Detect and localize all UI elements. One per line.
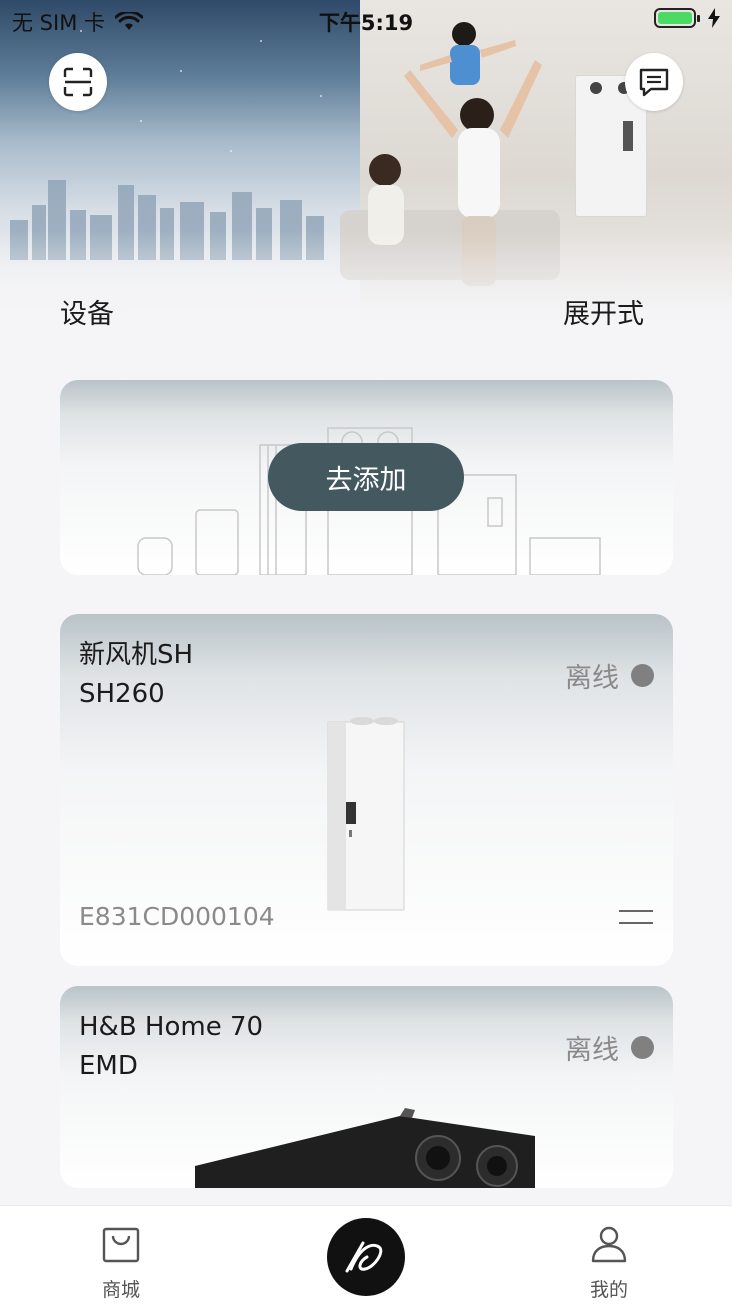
status-time: 下午5:19 <box>318 11 414 35</box>
device-status: 离线 <box>565 656 654 695</box>
brand-logo-icon <box>345 1241 383 1273</box>
user-profile-icon <box>591 1226 627 1263</box>
scan-button[interactable] <box>49 53 107 111</box>
home70-unit-image <box>195 1108 535 1188</box>
tab-mine[interactable]: 我的 <box>554 1224 664 1302</box>
shopping-bag-icon <box>102 1227 140 1263</box>
home-brand-button[interactable] <box>327 1218 405 1296</box>
page-title: 设备 <box>60 299 114 330</box>
device-model: EMD <box>79 1051 138 1081</box>
add-device-card: 去添加 <box>60 380 673 575</box>
device-card[interactable]: 新风机SH SH260 离线 E831CD000104 <box>60 614 673 966</box>
message-button[interactable] <box>625 53 683 111</box>
tab-mine-label: 我的 <box>589 1279 628 1301</box>
message-icon <box>639 68 669 97</box>
menu-lines-icon[interactable] <box>619 908 653 926</box>
scan-icon <box>63 67 93 97</box>
add-device-button[interactable]: 去添加 <box>268 443 464 511</box>
device-name: 新风机SH <box>79 640 194 670</box>
layout-toggle-button[interactable]: 展开式 <box>563 292 644 331</box>
bottom-tab-bar: 商城 我的 <box>0 1205 732 1305</box>
device-serial: E831CD000104 <box>79 902 275 931</box>
status-text: 离线 <box>565 663 619 694</box>
device-card[interactable]: H&B Home 70 EMD 离线 <box>60 986 673 1188</box>
tab-shop[interactable]: 商城 <box>66 1224 176 1302</box>
device-status: 离线 <box>565 1028 654 1067</box>
device-name: H&B Home 70 <box>79 1012 264 1042</box>
offline-dot-icon <box>631 664 654 687</box>
charging-icon <box>708 8 720 28</box>
battery-icon <box>654 8 700 28</box>
status-text: 离线 <box>565 1035 619 1066</box>
status-bar: 无 SIM 卡 下午5:19 <box>0 0 732 40</box>
sh260-unit-image <box>327 717 405 911</box>
device-model: SH260 <box>79 679 165 709</box>
hero-banner <box>0 0 732 340</box>
tab-shop-label: 商城 <box>101 1279 140 1301</box>
offline-dot-icon <box>631 1036 654 1059</box>
